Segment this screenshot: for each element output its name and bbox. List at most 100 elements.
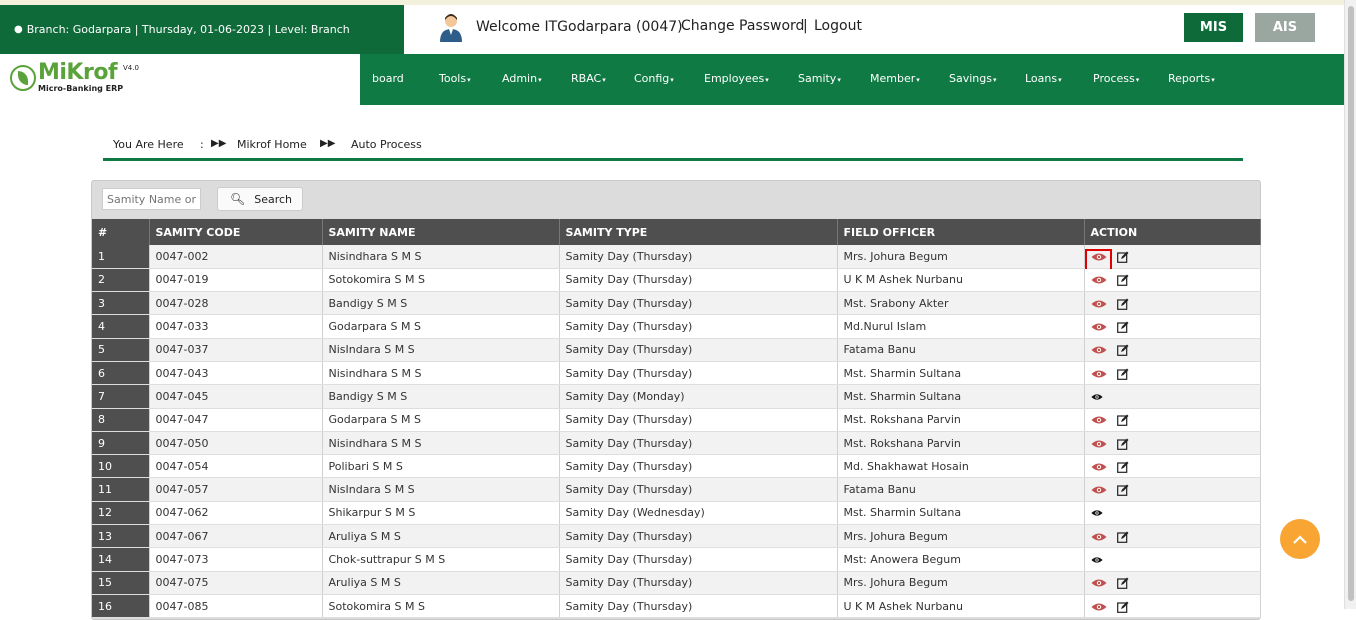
cell-samity-type: Samity Day (Monday)	[559, 384, 838, 409]
eye-icon[interactable]	[1091, 322, 1107, 332]
scrollbar-thumb[interactable]	[1348, 6, 1354, 601]
table-row: 14 0047-073 Chok-suttrapur S M S Samity Day…	[92, 547, 1261, 572]
cell-samity-name: Sotokomira S M S	[322, 594, 560, 619]
eye-icon[interactable]	[1091, 369, 1107, 379]
nav-item-rbac[interactable]: RBAC▾	[571, 72, 606, 85]
main-navbar: MiKrof V4.0 Micro-Banking ERP board Tools…	[0, 54, 1344, 105]
search-button[interactable]: 🔍︎ Search	[217, 187, 303, 211]
edit-icon[interactable]	[1116, 438, 1129, 450]
nav-item-reports[interactable]: Reports▾	[1168, 72, 1215, 85]
nav-item-employees[interactable]: Employees▾	[704, 72, 769, 85]
cell-samity-name: Bandigy S M S	[322, 291, 560, 316]
cell-field-officer: Fatama Banu	[837, 338, 1085, 362]
cell-samity-code: 0047-028	[149, 291, 323, 316]
scroll-top-button[interactable]	[1280, 519, 1320, 559]
cell-index: 7	[92, 384, 150, 409]
nav-item-member[interactable]: Member▾	[870, 72, 920, 85]
table-row: 8 0047-047 Godarpara S M S Samity Day (Thur…	[92, 408, 1261, 432]
breadcrumb-home-link[interactable]: Mikrof Home	[237, 138, 307, 151]
branch-info-text: Branch: Godarpara | Thursday, 01-06-2023…	[26, 23, 350, 36]
edit-icon[interactable]	[1116, 531, 1129, 543]
nav-item-tools[interactable]: Tools▾	[439, 72, 471, 85]
edit-icon[interactable]	[1116, 251, 1129, 263]
cell-index: 13	[92, 524, 150, 549]
table-row: 11 0047-057 NisIndara S M S Samity Day (Thu…	[92, 477, 1261, 502]
edit-icon[interactable]	[1116, 274, 1129, 287]
table-row: 7 0047-045 Bandigy S M S Samity Day (Monday…	[92, 384, 1261, 409]
eye-icon[interactable]	[1091, 602, 1107, 612]
col-header-samity-code[interactable]: SAMITY CODE	[149, 219, 323, 245]
table-row: 2 0047-019 Sotokomira S M S Samity Day (Thu…	[92, 268, 1261, 293]
nav-item-savings[interactable]: Savings▾	[949, 72, 997, 85]
table-row: 5 0047-037 NisIndara S M S Samity Day (Thur…	[92, 338, 1261, 362]
eye-icon[interactable]	[1091, 439, 1107, 449]
eye-icon[interactable]	[1091, 532, 1107, 542]
cell-samity-type: Samity Day (Thursday)	[559, 547, 838, 572]
cell-action	[1084, 314, 1261, 339]
edit-icon[interactable]	[1116, 484, 1129, 497]
eye-icon[interactable]	[1090, 393, 1103, 401]
vertical-scrollbar[interactable]	[1344, 0, 1356, 609]
cell-samity-type: Samity Day (Thursday)	[559, 314, 838, 339]
nav-item-label: board	[372, 72, 404, 85]
table-row: 1 0047-002 Nisindhara S M S Samity Day (Thu…	[92, 245, 1261, 273]
cell-samity-name: Chok-suttrapur S M S	[322, 547, 560, 572]
caret-down-icon: ▾	[992, 76, 997, 84]
edit-icon[interactable]	[1116, 368, 1129, 380]
edit-icon[interactable]	[1116, 577, 1129, 590]
cell-samity-code: 0047-050	[149, 431, 323, 456]
eye-icon[interactable]	[1091, 578, 1107, 588]
cell-index: 8	[92, 408, 150, 432]
nav-item-board[interactable]: board	[372, 72, 404, 85]
cell-action	[1084, 477, 1261, 502]
search-button-label: Search	[254, 192, 293, 206]
nav-item-admin[interactable]: Admin▾	[502, 72, 542, 85]
branch-info-box: ● Branch: Godarpara | Thursday, 01-06-20…	[0, 5, 404, 54]
eye-icon[interactable]	[1091, 299, 1107, 309]
col-header-samity-type[interactable]: SAMITY TYPE	[559, 219, 838, 245]
eye-icon[interactable]	[1090, 509, 1103, 517]
nav-item-loans[interactable]: Loans▾	[1025, 72, 1062, 85]
ais-button[interactable]: AIS	[1255, 13, 1315, 42]
nav-item-config[interactable]: Config▾	[634, 72, 674, 85]
logo[interactable]: MiKrof V4.0 Micro-Banking ERP	[0, 54, 360, 105]
edit-icon[interactable]	[1116, 461, 1129, 473]
nav-item-label: Config	[634, 72, 670, 85]
edit-icon[interactable]	[1116, 344, 1129, 357]
table-row: 6 0047-043 Nisindhara S M S Samity Day (Thu…	[92, 361, 1261, 386]
col-header-index[interactable]: #	[92, 219, 150, 245]
edit-icon[interactable]	[1116, 321, 1129, 333]
cell-samity-type: Samity Day (Thursday)	[559, 338, 838, 362]
double-chevron-icon: ▶▶	[211, 138, 227, 149]
logo-name: MiKrof	[38, 60, 118, 85]
eye-icon[interactable]	[1091, 415, 1107, 425]
eye-icon[interactable]	[1090, 556, 1103, 564]
col-header-field-officer[interactable]: FIELD OFFICER	[837, 219, 1085, 245]
cell-field-officer: Mst. Sharmin Sultana	[837, 501, 1085, 526]
nav-item-process[interactable]: Process▾	[1093, 72, 1139, 85]
eye-icon[interactable]	[1091, 275, 1107, 285]
cell-action	[1084, 571, 1261, 595]
logout-link[interactable]: Logout	[814, 18, 862, 34]
eye-icon[interactable]	[1091, 462, 1107, 472]
cell-samity-name: Godarpara S M S	[322, 408, 560, 432]
change-password-link[interactable]: Change Password	[681, 18, 804, 34]
table-row: 13 0047-067 Aruliya S M S Samity Day (Thurs…	[92, 524, 1261, 549]
cell-samity-name: Nisindhara S M S	[322, 245, 560, 269]
edit-icon[interactable]	[1116, 414, 1129, 427]
mis-button[interactable]: MIS	[1184, 13, 1243, 42]
cell-action	[1084, 408, 1261, 432]
nav-item-samity[interactable]: Samity▾	[798, 72, 841, 85]
eye-icon[interactable]	[1091, 485, 1107, 495]
leaf-logo-icon	[10, 65, 36, 91]
col-header-samity-name[interactable]: SAMITY NAME	[322, 219, 560, 245]
samity-search-input[interactable]	[102, 188, 201, 210]
edit-icon[interactable]	[1116, 601, 1129, 613]
edit-icon[interactable]	[1116, 298, 1129, 310]
table-row: 10 0047-054 Polibari S M S Samity Day (Thur…	[92, 454, 1261, 479]
col-header-action: ACTION	[1084, 219, 1261, 245]
cell-field-officer: Mst. Rokshana Parvin	[837, 431, 1085, 456]
eye-icon[interactable]	[1091, 345, 1107, 355]
nav-item-label: Member	[870, 72, 916, 85]
cell-action	[1084, 547, 1261, 572]
